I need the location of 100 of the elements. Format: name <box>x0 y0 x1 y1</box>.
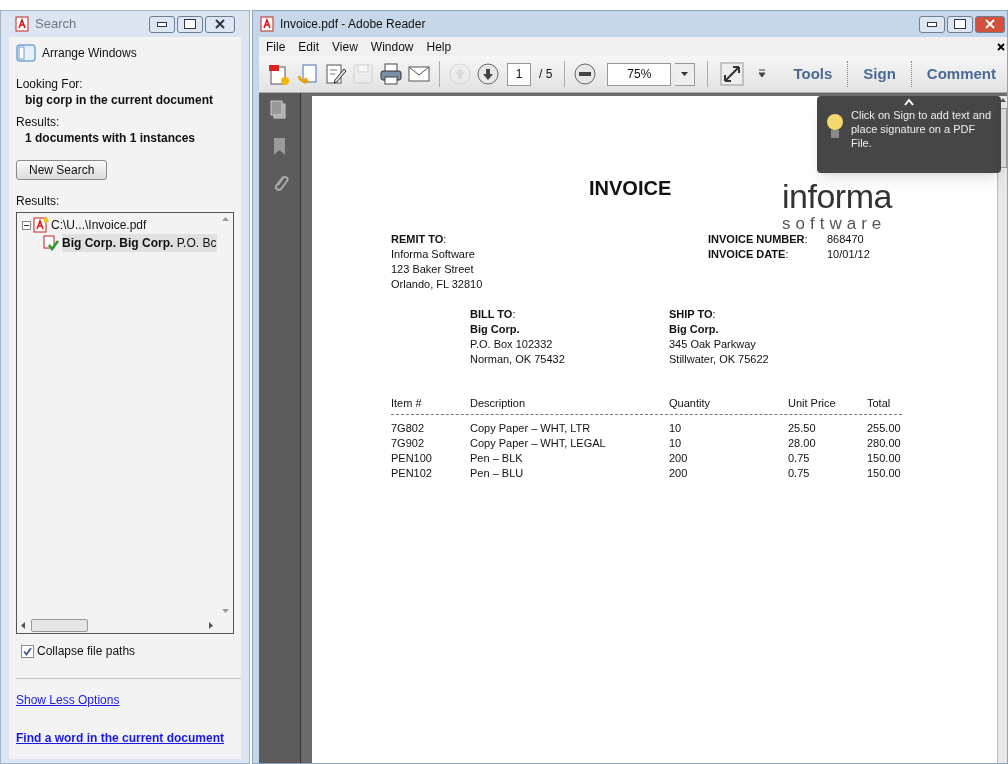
checkmark-icon <box>23 646 32 656</box>
option-link[interactable]: Show Less Options <box>16 691 120 709</box>
edit-document-icon[interactable] <box>323 62 347 86</box>
zoom-field[interactable]: 75% <box>607 62 672 86</box>
scroll-up-icon[interactable] <box>999 98 1006 102</box>
table-cell-text: 200 <box>669 451 689 466</box>
window-title: Search <box>35 15 78 34</box>
table-cell-text: 28.00 <box>788 436 817 451</box>
checkbox-label: Collapse file paths <box>37 643 136 660</box>
search-result-item[interactable]: Big Corp. Big Corp. P.O. Bc <box>62 234 217 252</box>
table-cell-text: 200 <box>669 466 689 481</box>
address-line: Informa Software <box>391 247 476 262</box>
field-value: 868470 <box>827 232 865 247</box>
column-header: Unit Price <box>788 396 837 411</box>
minimize-icon <box>157 21 167 27</box>
page-number-field[interactable]: 1 <box>507 62 531 86</box>
table-cell-text: PEN100 <box>391 451 433 466</box>
minimize-button[interactable] <box>919 15 945 33</box>
scrollbar-thumb[interactable] <box>31 618 88 632</box>
column-header: Quantity <box>669 396 711 411</box>
table-cell-text: 7G802 <box>391 421 426 436</box>
address-line: P.O. Box 102332 <box>470 337 554 352</box>
column-header: Total <box>867 396 892 411</box>
table-cell-text: 7G902 <box>391 436 426 451</box>
minimize-button[interactable] <box>149 15 175 33</box>
menu-item[interactable]: View <box>332 37 358 56</box>
option-link[interactable]: Find a word in the current document <box>16 729 224 747</box>
address-line: Stillwater, OK 75622 <box>669 352 770 367</box>
menu-item[interactable]: Window <box>370 37 414 56</box>
window-title: Invoice.pdf - Adobe Reader <box>280 16 427 33</box>
table-cell-text: 0.75 <box>788 466 811 481</box>
collapse-toggle[interactable] <box>22 220 31 230</box>
expand-arrows-icon[interactable] <box>720 62 745 86</box>
search-query-text: big corp in the current document <box>24 92 214 108</box>
table-cell-text: 25.50 <box>788 421 817 436</box>
table-cell-text: PEN102 <box>391 466 433 481</box>
close-document-button[interactable] <box>997 42 1005 51</box>
menu-item[interactable]: File <box>266 37 286 56</box>
pdf-file-icon <box>15 16 31 32</box>
column-header: Item # <box>391 396 423 411</box>
results-summary-text: 1 documents with 1 instances <box>24 130 197 146</box>
table-cell-text: Pen – BLK <box>470 451 524 466</box>
collapse-paths-checkbox[interactable] <box>21 644 34 658</box>
table-cell-text: Copy Paper – WHT, LEGAL <box>470 436 607 451</box>
looking-for-label: Looking For: <box>16 76 84 92</box>
scroll-left-icon[interactable] <box>21 621 25 629</box>
close-icon <box>997 42 1005 51</box>
close-icon <box>985 19 995 29</box>
pdf-file-icon <box>260 16 276 32</box>
maximize-button[interactable] <box>177 15 203 33</box>
menu-item[interactable]: Help <box>426 37 452 56</box>
table-cell-text: Pen – BLU <box>470 466 525 481</box>
column-header: Description <box>470 396 527 411</box>
new-search-button[interactable]: New Search <box>16 160 108 180</box>
collapse-caret-icon <box>903 98 915 106</box>
maximize-button[interactable] <box>947 15 973 33</box>
pane-tab[interactable]: Comment <box>915 62 1007 86</box>
table-cell: 280.00 <box>867 436 902 451</box>
vertical-scrollbar[interactable] <box>997 96 1007 763</box>
table-cell: 255.00 <box>867 421 902 436</box>
table-cell-text: 0.75 <box>788 451 811 466</box>
file-path-item[interactable]: C:\U...\Invoice.pdf <box>51 216 147 234</box>
invoice-heading: INVOICE <box>589 176 672 200</box>
caret-icon <box>681 72 689 76</box>
menu-item[interactable]: Edit <box>298 37 320 56</box>
page-count-text: / 5 <box>539 66 553 83</box>
close-button[interactable] <box>975 15 1005 33</box>
field-label: INVOICE NUMBER: <box>708 232 809 247</box>
address-line: 345 Oak Parkway <box>669 337 757 352</box>
print-icon[interactable] <box>379 62 403 86</box>
maximize-icon <box>184 19 196 29</box>
zoom-out-icon[interactable] <box>573 62 598 86</box>
logo-text: informa <box>782 179 892 213</box>
field-label: INVOICE DATE: <box>708 247 790 262</box>
arrange-windows-link[interactable]: Arrange Windows <box>42 44 137 62</box>
pane-tab[interactable]: Sign <box>852 62 907 86</box>
address-line: Norman, OK 75432 <box>470 352 566 367</box>
zoom-dropdown-button[interactable] <box>675 62 696 86</box>
company-name: Big Corp. <box>470 322 521 337</box>
table-cell-text: 10 <box>669 436 683 451</box>
table-cell: 150.00 <box>867 466 902 481</box>
tooltip-text: Click on Sign to add text and place signature on a PDF File. <box>851 108 993 150</box>
results-list-label: Results: <box>16 193 61 209</box>
create-pdf-icon[interactable] <box>267 62 291 86</box>
ship-to-label: SHIP TO: <box>669 307 717 322</box>
logo-text: software <box>782 215 888 232</box>
pane-tab[interactable]: Tools <box>782 62 844 86</box>
scroll-right-icon[interactable] <box>209 621 213 629</box>
pdf-file-icon <box>33 217 49 233</box>
search-result-icon <box>42 235 60 251</box>
scroll-down-icon[interactable] <box>221 609 229 613</box>
panel-layout-icon <box>16 44 36 62</box>
address-line: Orlando, FL 32810 <box>391 277 484 292</box>
table-cell: 150.00 <box>867 451 902 466</box>
minimize-icon <box>927 21 937 27</box>
bill-to-label: BILL TO: <box>470 307 517 322</box>
company-name: Big Corp. <box>669 322 720 337</box>
close-icon <box>215 19 225 29</box>
close-button[interactable] <box>205 15 235 33</box>
table-cell-text: 10 <box>669 421 683 436</box>
